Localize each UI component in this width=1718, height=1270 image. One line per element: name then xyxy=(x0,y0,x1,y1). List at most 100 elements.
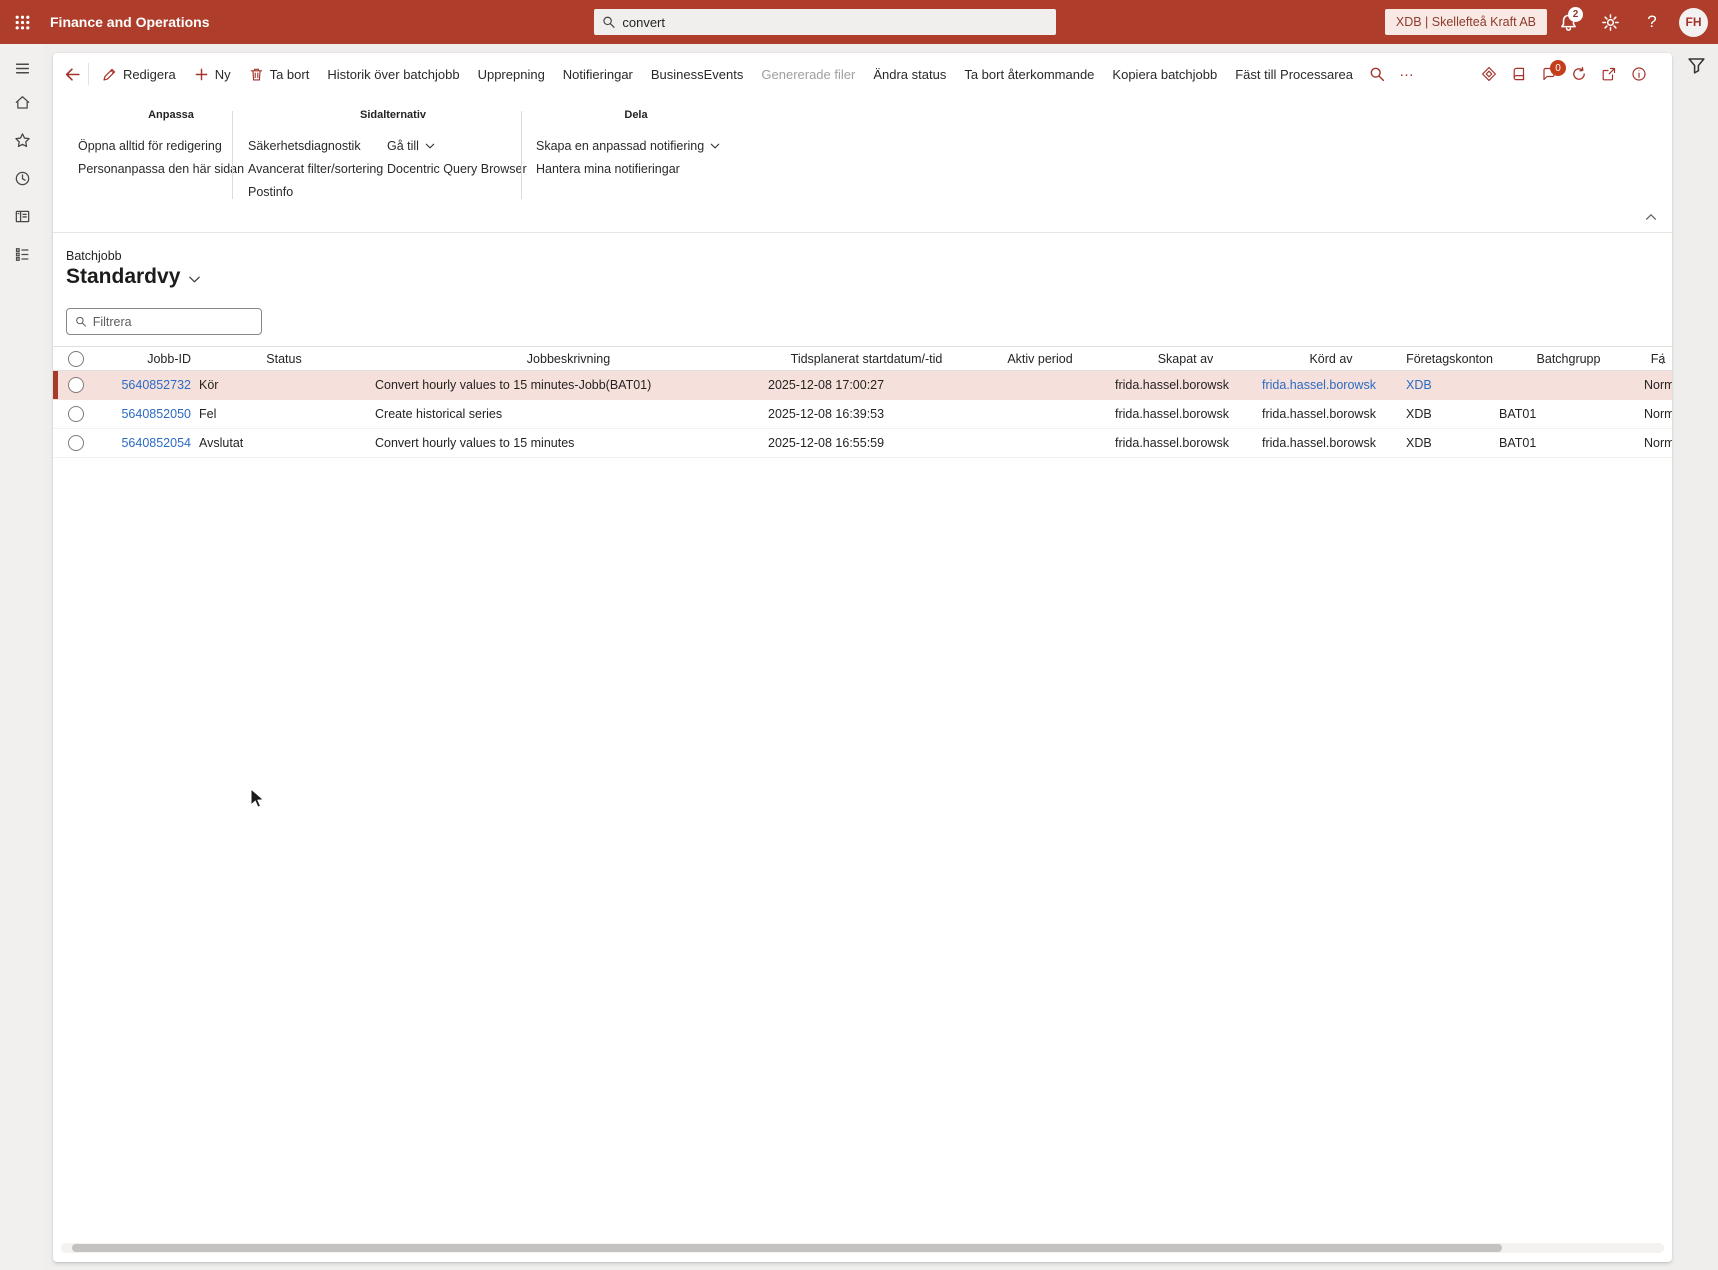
column-header-skapat-av[interactable]: Skapat av xyxy=(1109,352,1256,366)
modules-list-icon xyxy=(14,246,31,263)
book-icon xyxy=(1511,66,1527,82)
action-ny[interactable]: Ny xyxy=(185,59,240,89)
row-checkbox[interactable] xyxy=(68,435,84,451)
start-datetime-cell: 2025-12-08 16:39:53 xyxy=(768,407,885,421)
action-redigera[interactable]: Redigera xyxy=(93,59,185,89)
company-selector-badge[interactable]: XDB | Skellefteå Kraft AB xyxy=(1384,9,1547,35)
refresh-icon xyxy=(1571,66,1587,82)
top-app-bar: Finance and Operations XDB | Skellefteå … xyxy=(0,0,1718,44)
expand-nav-hamburger-icon[interactable] xyxy=(0,52,44,84)
ribbon-postinfo[interactable]: Postinfo xyxy=(248,180,293,203)
column-options-icon[interactable]: ⋮ xyxy=(1656,351,1669,367)
batch-group-cell: BAT01 xyxy=(1499,436,1537,450)
action-kopiera-batchjobb[interactable]: Kopiera batchjobb xyxy=(1103,59,1226,89)
open-in-office-button[interactable] xyxy=(1504,59,1534,89)
ribbon-personanpassa-den-har-sidan[interactable]: Personanpassa den här sidan xyxy=(78,157,244,180)
global-search-box[interactable] xyxy=(594,9,1056,35)
message-center-button[interactable]: 0 xyxy=(1534,59,1566,89)
horizontal-scrollbar-thumb[interactable] xyxy=(72,1244,1502,1252)
action-ta-bort-aterkommande[interactable]: Ta bort återkommande xyxy=(955,59,1103,89)
settings-button[interactable] xyxy=(1589,0,1631,44)
info-button[interactable] xyxy=(1624,59,1654,89)
sidebar-item-recent[interactable] xyxy=(0,162,44,194)
sidebar-item-modules[interactable] xyxy=(0,238,44,270)
search-icon xyxy=(75,315,87,328)
grid-filter-box[interactable] xyxy=(66,308,262,335)
help-button[interactable]: ? xyxy=(1631,0,1673,44)
page-title: Standardvy xyxy=(66,265,181,288)
ribbon-sakerhetsdiagnostik[interactable]: Säkerhetsdiagnostik xyxy=(248,134,361,157)
sidebar-item-home[interactable] xyxy=(0,86,44,118)
view-selector[interactable]: Standardvy xyxy=(66,265,202,289)
topbar-right-cluster: XDB | Skellefteå Kraft AB 2 ? FH xyxy=(1384,0,1718,44)
ribbon-skapa-en-anpassad-notifiering[interactable]: Skapa en anpassad notifiering xyxy=(536,134,721,157)
collapse-action-pane-button[interactable] xyxy=(1644,209,1658,224)
status-cell: Fel xyxy=(199,407,217,421)
job-id-link[interactable]: 5640852732 xyxy=(121,378,191,392)
action-label: Ta bort återkommande xyxy=(964,66,1095,82)
grid-row-3[interactable]: 5640852054 Avslutat Convert hourly value… xyxy=(53,429,1672,458)
search-in-action-pane-button[interactable] xyxy=(1362,59,1392,89)
action-notifieringar[interactable]: Notifieringar xyxy=(554,59,642,89)
ellipsis-icon: … xyxy=(1399,62,1415,80)
column-header-aktiv-period[interactable]: Aktiv period xyxy=(965,352,1109,366)
action-businessevents[interactable]: BusinessEvents xyxy=(642,59,753,89)
job-id-link[interactable]: 5640852050 xyxy=(121,407,191,421)
ribbon-oppna-alltid-for-redigering[interactable]: Öppna alltid för redigering xyxy=(78,134,222,157)
row-checkbox[interactable] xyxy=(68,406,84,422)
ribbon-avancerat-filter-sortering[interactable]: Avancerat filter/sortering xyxy=(248,157,383,180)
action-andra-status[interactable]: Ändra status xyxy=(864,59,955,89)
row-checkbox[interactable] xyxy=(68,377,84,393)
action-fast-till-processarea[interactable]: Fäst till Processarea xyxy=(1226,59,1362,89)
global-search-input[interactable] xyxy=(622,14,1048,30)
gear-icon xyxy=(1601,13,1620,32)
action-ta-bort[interactable]: Ta bort xyxy=(240,59,319,89)
status-cell: Kör xyxy=(199,378,219,392)
phase-cell: Norm xyxy=(1644,407,1672,421)
grid-filter-input[interactable] xyxy=(92,314,253,329)
ribbon-hantera-mina-notifieringar[interactable]: Hantera mina notifieringar xyxy=(536,157,680,180)
action-historik-over-batchjobb[interactable]: Historik över batchjobb xyxy=(318,59,468,89)
open-in-new-window-button[interactable] xyxy=(1594,59,1624,89)
back-button[interactable] xyxy=(61,59,84,89)
column-header-tidsplanerat-startdatum[interactable]: Tidsplanerat startdatum/-tid xyxy=(762,352,965,366)
grid-header-row: Jobb-ID Status Jobbeskrivning Tidsplaner… xyxy=(53,346,1672,371)
power-apps-button[interactable] xyxy=(1474,59,1504,89)
job-id-link[interactable]: 5640852054 xyxy=(121,436,191,450)
column-header-status[interactable]: Status xyxy=(193,352,369,366)
action-label: Kopiera batchjobb xyxy=(1112,66,1218,82)
column-header-batchgrupp[interactable]: Batchgrupp xyxy=(1493,352,1638,366)
refresh-button[interactable] xyxy=(1564,59,1594,89)
action-label: Upprepning xyxy=(477,66,545,82)
sidebar-item-favorites[interactable] xyxy=(0,124,44,156)
app-launcher-waffle-icon[interactable] xyxy=(0,0,44,44)
open-filter-pane-button[interactable] xyxy=(1687,56,1706,75)
description-cell: Create historical series xyxy=(375,407,503,421)
open-in-new-window-icon xyxy=(1601,66,1617,82)
sidebar-item-workspaces[interactable] xyxy=(0,200,44,232)
column-header-jobb-id[interactable]: Jobb-ID xyxy=(99,352,193,366)
pencil-icon xyxy=(102,67,117,82)
column-header-jobbeskrivning[interactable]: Jobbeskrivning xyxy=(369,352,762,366)
column-header-foretagskonton[interactable]: Företagskonton xyxy=(1400,352,1493,366)
ribbon-docentric-query-browser[interactable]: Docentric Query Browser xyxy=(387,157,527,180)
select-all-checkbox[interactable] xyxy=(68,350,84,367)
ribbon-item-label: Skapa en anpassad notifiering xyxy=(536,138,705,153)
more-actions-button[interactable]: … xyxy=(1392,59,1422,89)
ribbon-item-label: Hantera mina notifieringar xyxy=(536,161,680,176)
ribbon-ga-till[interactable]: Gå till xyxy=(387,134,436,157)
info-icon xyxy=(1631,66,1647,82)
grid-row-1[interactable]: 5640852732 Kör Convert hourly values to … xyxy=(53,371,1672,400)
action-pane-right-icons: … 0 xyxy=(1362,59,1672,89)
notifications-button[interactable]: 2 xyxy=(1547,0,1589,44)
created-by-cell: frida.hassel.borowsk xyxy=(1115,436,1229,450)
run-by-link[interactable]: frida.hassel.borowsk xyxy=(1262,378,1376,392)
action-upprepning[interactable]: Upprepning xyxy=(469,59,554,89)
user-avatar[interactable]: FH xyxy=(1679,7,1708,37)
column-header-kord-av[interactable]: Körd av xyxy=(1256,352,1400,366)
grid-row-2[interactable]: 5640852050 Fel Create historical series … xyxy=(53,400,1672,429)
batch-group-cell: BAT01 xyxy=(1499,407,1537,421)
chevron-down-icon xyxy=(424,140,436,152)
batch-jobs-grid: Jobb-ID Status Jobbeskrivning Tidsplaner… xyxy=(53,346,1672,458)
company-link[interactable]: XDB xyxy=(1406,378,1432,392)
